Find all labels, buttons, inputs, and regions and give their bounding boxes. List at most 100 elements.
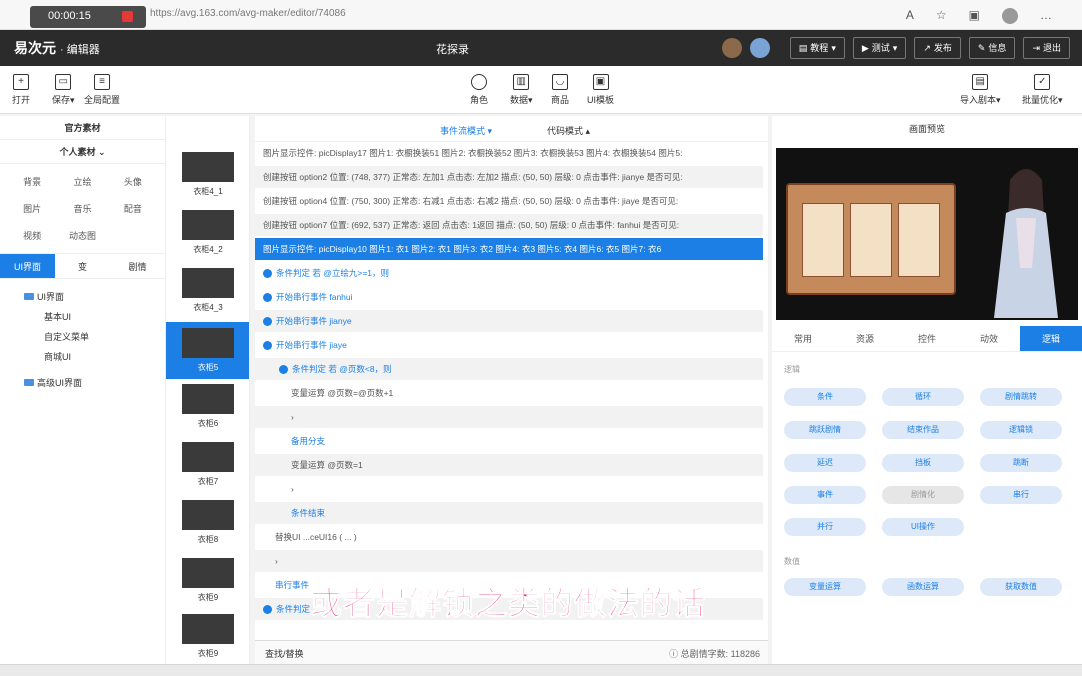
- global-config-button[interactable]: ≡ 全局配置: [84, 74, 120, 106]
- thumb-item[interactable]: 衣柜4_3: [166, 268, 249, 325]
- logic-pill[interactable]: 串行: [980, 486, 1062, 504]
- logic-pill[interactable]: 跳断: [980, 454, 1062, 472]
- personal-assets-header[interactable]: 个人素材 ⌄: [0, 140, 165, 164]
- thumb-item[interactable]: 衣柜4_2: [166, 210, 249, 267]
- code-line[interactable]: 条件结束: [255, 502, 763, 524]
- avatar[interactable]: [722, 38, 742, 58]
- logic-pill[interactable]: 延迟: [784, 454, 866, 472]
- stop-recording-icon[interactable]: [122, 11, 133, 22]
- profile-icon[interactable]: [1002, 8, 1018, 24]
- logic-pill[interactable]: 并行: [784, 518, 866, 536]
- chip-music[interactable]: 音乐: [60, 199, 104, 218]
- scene-preview: [776, 148, 1078, 320]
- tree-root[interactable]: UI界面: [0, 287, 165, 307]
- chip-animated[interactable]: 动态图: [60, 226, 104, 245]
- chip-voice[interactable]: 配音: [111, 199, 155, 218]
- thumb-item[interactable]: 衣柜6: [166, 384, 249, 441]
- address-bar[interactable]: https://avg.163.com/avg-maker/editor/740…: [150, 8, 346, 19]
- batch-optimize-button[interactable]: ✓ 批量优化▾: [1022, 74, 1063, 106]
- code-line[interactable]: 开始串行事件 jianye: [255, 310, 763, 332]
- expand-icon[interactable]: [263, 605, 272, 615]
- code-line[interactable]: 开始串行事件 jiaye: [255, 334, 763, 356]
- exit-button[interactable]: ⇥ 退出: [1023, 37, 1070, 59]
- thumb-item[interactable]: 衣柜7: [166, 442, 249, 499]
- code-line[interactable]: 替换UI ...ceUI16 ( ... ): [255, 526, 763, 548]
- logic-pill[interactable]: 条件: [784, 388, 866, 406]
- test-button[interactable]: ▶ 测试 ▾: [852, 37, 907, 59]
- open-button[interactable]: + 打开: [12, 74, 30, 106]
- code-line[interactable]: 开始串行事件 fanhui: [255, 286, 763, 308]
- save-button[interactable]: ▭ 保存▾: [52, 74, 75, 106]
- thumb-item[interactable]: 衣柜4_1: [166, 152, 249, 209]
- thumb-item[interactable]: 衣柜9: [166, 558, 249, 615]
- tab-ui[interactable]: UI界面: [0, 254, 55, 278]
- tutorial-button[interactable]: ▤ 教程 ▾: [789, 37, 845, 59]
- tree-advanced[interactable]: 高级UI界面: [0, 373, 165, 393]
- chip-avatar[interactable]: 头像: [111, 172, 155, 191]
- chip-image[interactable]: 图片: [10, 199, 54, 218]
- thumb-item[interactable]: 衣柜8: [166, 500, 249, 557]
- expand-icon[interactable]: [263, 269, 272, 279]
- code-mode-tab[interactable]: 代码模式 ▴: [547, 124, 590, 137]
- more-icon[interactable]: …: [1040, 8, 1052, 24]
- chip-standing[interactable]: 立绘: [60, 172, 104, 191]
- find-replace-button[interactable]: 查找/替换: [265, 647, 304, 660]
- logic-pill[interactable]: 跳跃剧情: [784, 421, 866, 439]
- ui-template-button[interactable]: ▣ UI模板: [587, 74, 614, 106]
- code-line[interactable]: 备用分支: [255, 430, 763, 452]
- publish-button[interactable]: ↗ 发布: [914, 37, 961, 59]
- character-button[interactable]: 角色: [470, 74, 488, 106]
- expand-icon[interactable]: [279, 365, 288, 375]
- code-line[interactable]: 条件判定 若 @立绘九>=1，则: [255, 262, 763, 284]
- code-line-selected[interactable]: 图片显示控件: picDisplay10 图片1: 衣1 图片2: 衣1 图片3…: [255, 238, 763, 260]
- import-script-button[interactable]: ▤ 导入剧本▾: [960, 74, 1001, 106]
- thumb-item[interactable]: 衣柜9: [166, 614, 249, 664]
- data-pill[interactable]: 函数运算: [882, 578, 964, 596]
- data-pill[interactable]: 获取数值: [980, 578, 1062, 596]
- tab-resource[interactable]: 资源: [834, 326, 896, 351]
- expand-icon[interactable]: [263, 317, 272, 327]
- expand-icon[interactable]: [263, 293, 272, 303]
- code-line[interactable]: ›: [255, 478, 763, 500]
- code-line[interactable]: ›: [255, 550, 763, 572]
- tab-logic[interactable]: 逻辑: [1020, 326, 1082, 351]
- chip-background[interactable]: 背景: [10, 172, 54, 191]
- logic-pill[interactable]: 挡板: [882, 454, 964, 472]
- code-line[interactable]: 变量运算 @页数=1: [255, 454, 763, 476]
- favorite-icon[interactable]: ☆: [936, 8, 947, 24]
- info-button[interactable]: ✎ 信息: [968, 37, 1016, 59]
- tab-common[interactable]: 常用: [772, 326, 834, 351]
- avatar-2[interactable]: [750, 38, 770, 58]
- tree-item[interactable]: 商城UI: [0, 347, 165, 367]
- logic-pill[interactable]: 循环: [882, 388, 964, 406]
- collections-icon[interactable]: ▣: [969, 8, 980, 24]
- chip-video[interactable]: 视频: [10, 226, 54, 245]
- expand-icon[interactable]: [263, 341, 272, 351]
- tab-control[interactable]: 控件: [896, 326, 958, 351]
- logic-pill[interactable]: 逻辑锁: [980, 421, 1062, 439]
- logic-pill[interactable]: UI操作: [882, 518, 964, 536]
- goods-button[interactable]: ◡ 商品: [551, 74, 569, 106]
- code-line[interactable]: 创建按钮 option2 位置: (748, 377) 正常态: 左加1 点击态…: [255, 166, 763, 188]
- code-line[interactable]: 创建按钮 option7 位置: (692, 537) 正常态: 返回 点击态:…: [255, 214, 763, 236]
- chevron-down-icon: ⌄: [97, 147, 106, 157]
- official-assets-header[interactable]: 官方素材: [0, 116, 165, 140]
- code-line[interactable]: ›: [255, 406, 763, 428]
- tree-item[interactable]: 基本UI: [0, 307, 165, 327]
- logic-pill[interactable]: 剧情跳转: [980, 388, 1062, 406]
- data-pill[interactable]: 变量运算: [784, 578, 866, 596]
- thumb-item-selected[interactable]: 衣柜5: [166, 322, 249, 379]
- code-line[interactable]: 图片显示控件: picDisplay17 图片1: 衣橱换装51 图片2: 衣橱…: [255, 142, 763, 164]
- tab-variable[interactable]: 变: [55, 254, 110, 278]
- logic-pill[interactable]: 事件: [784, 486, 866, 504]
- data-button[interactable]: ▥ 数据▾: [510, 74, 533, 106]
- code-line[interactable]: 条件判定 若 @页数<8，则: [255, 358, 763, 380]
- logic-pill[interactable]: 结束作品: [882, 421, 964, 439]
- event-mode-tab[interactable]: 事件流模式 ▾: [440, 124, 492, 137]
- tab-effect[interactable]: 动效: [958, 326, 1020, 351]
- tree-item[interactable]: 自定义菜单: [0, 327, 165, 347]
- code-line[interactable]: 变量运算 @页数=@页数+1: [255, 382, 763, 404]
- tab-story[interactable]: 剧情: [110, 254, 165, 278]
- read-aloud-icon[interactable]: A: [906, 8, 914, 24]
- code-line[interactable]: 创建按钮 option4 位置: (750, 300) 正常态: 右减1 点击态…: [255, 190, 763, 212]
